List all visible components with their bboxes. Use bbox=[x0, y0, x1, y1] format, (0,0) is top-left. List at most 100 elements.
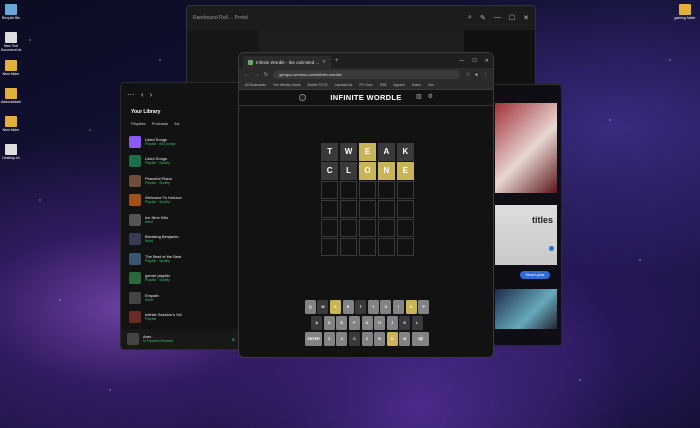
key-d[interactable]: D bbox=[336, 316, 348, 330]
key-v[interactable]: V bbox=[361, 332, 373, 346]
library-item[interactable]: Infinite Session's Vol Playlist bbox=[121, 308, 241, 328]
bookmark-item[interactable]: Apparel bbox=[393, 83, 404, 87]
key-g[interactable]: G bbox=[361, 316, 373, 330]
reload-icon[interactable]: ↻ bbox=[264, 72, 268, 78]
library-item[interactable]: Welcome To Horizon Playlist · Spotify bbox=[121, 191, 241, 211]
desktop-icon[interactable]: New Text Document.txt bbox=[0, 32, 28, 52]
forward-arrow-icon[interactable]: → bbox=[254, 72, 259, 78]
bookmark-item[interactable]: Mobile GOTS bbox=[308, 83, 328, 87]
guess-row: CLONE bbox=[321, 162, 415, 180]
minimize-icon[interactable]: — bbox=[494, 14, 501, 22]
bookmark-item[interactable]: All Bookmarks bbox=[245, 83, 266, 87]
key-backspace[interactable]: ⌫ bbox=[411, 332, 429, 346]
settings-gear-icon[interactable]: ⚙ bbox=[428, 93, 433, 100]
key-i[interactable]: I bbox=[392, 300, 404, 314]
library-item[interactable]: Liked Songs Playlist · Spotify bbox=[121, 152, 241, 172]
new-tab-icon[interactable]: + bbox=[335, 58, 339, 64]
key-y[interactable]: Y bbox=[367, 300, 379, 314]
star-icon[interactable]: ☆ bbox=[465, 72, 469, 78]
search-icon[interactable]: ⌕ bbox=[468, 14, 472, 22]
back-arrow-icon[interactable]: ← bbox=[244, 72, 249, 78]
stats-icon[interactable]: ▥ bbox=[416, 93, 422, 100]
library-item[interactable]: Empath Artist bbox=[121, 288, 241, 308]
library-item[interactable]: Ice Nine Kills Artist bbox=[121, 210, 241, 230]
key-p[interactable]: P bbox=[418, 300, 430, 314]
background-window-titlebar[interactable]: Rarebound Roll ... Portal ⌕ ✎ — ☐ ✕ bbox=[187, 6, 535, 30]
help-icon[interactable]: ? bbox=[299, 94, 306, 101]
key-j[interactable]: J bbox=[386, 316, 398, 330]
profile-icon[interactable]: ● bbox=[475, 72, 478, 78]
key-x[interactable]: X bbox=[336, 332, 348, 346]
key-n[interactable]: N bbox=[386, 332, 398, 346]
letter-tile: C bbox=[321, 162, 339, 180]
chip-podcasts[interactable]: Podcasts bbox=[152, 121, 168, 126]
kebab-menu-icon[interactable]: ⋮ bbox=[483, 72, 488, 78]
folder-icon bbox=[679, 4, 691, 15]
menu-dots-icon[interactable]: ⋯ bbox=[127, 90, 135, 99]
chrome-window[interactable]: Infinite Wordle - the unlimited ... ✕ + … bbox=[238, 52, 494, 358]
key-t[interactable]: T bbox=[355, 300, 367, 314]
forward-arrow-icon[interactable]: › bbox=[150, 90, 153, 99]
add-icon[interactable]: ⊕ bbox=[232, 337, 235, 342]
now-playing-bar[interactable]: Ares In Flames Remixed ⊕ bbox=[121, 329, 241, 349]
desktop-icon[interactable]: New folder bbox=[0, 60, 28, 76]
key-o[interactable]: O bbox=[405, 300, 417, 314]
letter-tile bbox=[358, 200, 377, 218]
key-a[interactable]: A bbox=[311, 316, 323, 330]
key-e[interactable]: E bbox=[330, 300, 342, 314]
library-item-sub: Playlist · 843 songs bbox=[145, 141, 176, 146]
chip-art[interactable]: Art bbox=[174, 121, 179, 126]
bookmark-item[interactable]: Anime bbox=[412, 83, 421, 87]
key-k[interactable]: K bbox=[399, 316, 411, 330]
letter-tile: A bbox=[377, 143, 396, 161]
edit-icon[interactable]: ✎ bbox=[480, 14, 486, 22]
key-enter[interactable]: ENTER bbox=[305, 332, 323, 346]
key-u[interactable]: U bbox=[380, 300, 392, 314]
key-c[interactable]: C bbox=[348, 332, 360, 346]
game-header: ? INFINITE WORDLE ▥ ⚙ bbox=[239, 90, 493, 106]
bookmark-item[interactable]: DSB bbox=[380, 83, 387, 87]
guess-row: TWEAK bbox=[321, 143, 415, 161]
video-thumbnail[interactable] bbox=[495, 289, 557, 329]
key-q[interactable]: Q bbox=[304, 300, 316, 314]
minimize-icon[interactable]: — bbox=[459, 58, 464, 64]
bookmark-item[interactable]: Yo's Weekly Game bbox=[273, 83, 301, 87]
key-s[interactable]: S bbox=[323, 316, 335, 330]
close-tab-icon[interactable]: ✕ bbox=[322, 59, 326, 65]
library-item[interactable]: The Best of the Best Playlist · Spotify bbox=[121, 249, 241, 269]
key-m[interactable]: M bbox=[399, 332, 411, 346]
video-window[interactable]: titles Show Lyrics bbox=[492, 84, 562, 346]
close-icon[interactable]: ✕ bbox=[485, 58, 489, 64]
library-item[interactable]: Breaking Benjamin Artist bbox=[121, 230, 241, 250]
key-f[interactable]: F bbox=[348, 316, 360, 330]
folder-icon bbox=[5, 88, 17, 99]
library-item[interactable]: Peaceful Piano Playlist · Spotify bbox=[121, 171, 241, 191]
back-arrow-icon[interactable]: ‹ bbox=[141, 90, 144, 99]
show-lyrics-button[interactable]: Show Lyrics bbox=[520, 271, 550, 279]
library-item[interactable]: Liked Songs Playlist · 843 songs bbox=[121, 132, 241, 152]
desktop-icon[interactable]: Desktop.ini bbox=[0, 144, 28, 160]
desktop-icon[interactable]: gaming folder bbox=[668, 4, 700, 20]
key-h[interactable]: H bbox=[374, 316, 386, 330]
key-b[interactable]: B bbox=[374, 332, 386, 346]
bookmark-item[interactable]: Dev bbox=[428, 83, 434, 87]
key-w[interactable]: W bbox=[317, 300, 329, 314]
browser-tab[interactable]: Infinite Wordle - the unlimited ... ✕ bbox=[243, 56, 331, 68]
maximize-icon[interactable]: ☐ bbox=[472, 58, 476, 64]
desktop-icon[interactable]: Recycle Bin bbox=[0, 4, 28, 20]
spotify-window[interactable]: ⋯ ‹ › Your Library Playlists Podcasts Ar… bbox=[120, 82, 242, 350]
key-z[interactable]: Z bbox=[323, 332, 335, 346]
letter-tile bbox=[321, 238, 339, 256]
desktop-icon[interactable]: New folder bbox=[0, 116, 28, 132]
bookmark-item[interactable]: Layouts/Cat bbox=[335, 83, 353, 87]
maximize-icon[interactable]: ☐ bbox=[509, 14, 515, 22]
key-r[interactable]: R bbox=[342, 300, 354, 314]
address-bar[interactable]: geegoo.wembs.com/infinite-wordle/ bbox=[273, 70, 461, 79]
key-l[interactable]: L bbox=[411, 316, 423, 330]
close-icon[interactable]: ✕ bbox=[523, 14, 529, 22]
bookmark-item[interactable]: PIX Gam bbox=[359, 83, 372, 87]
chip-playlists[interactable]: Playlists bbox=[131, 121, 146, 126]
keyboard-row: ENTER Z X C V B N M ⌫ bbox=[297, 332, 437, 346]
library-item[interactable]: gamer playlist Playlist · Spotify bbox=[121, 269, 241, 289]
desktop-icon[interactable]: doblockfolder bbox=[0, 88, 28, 104]
